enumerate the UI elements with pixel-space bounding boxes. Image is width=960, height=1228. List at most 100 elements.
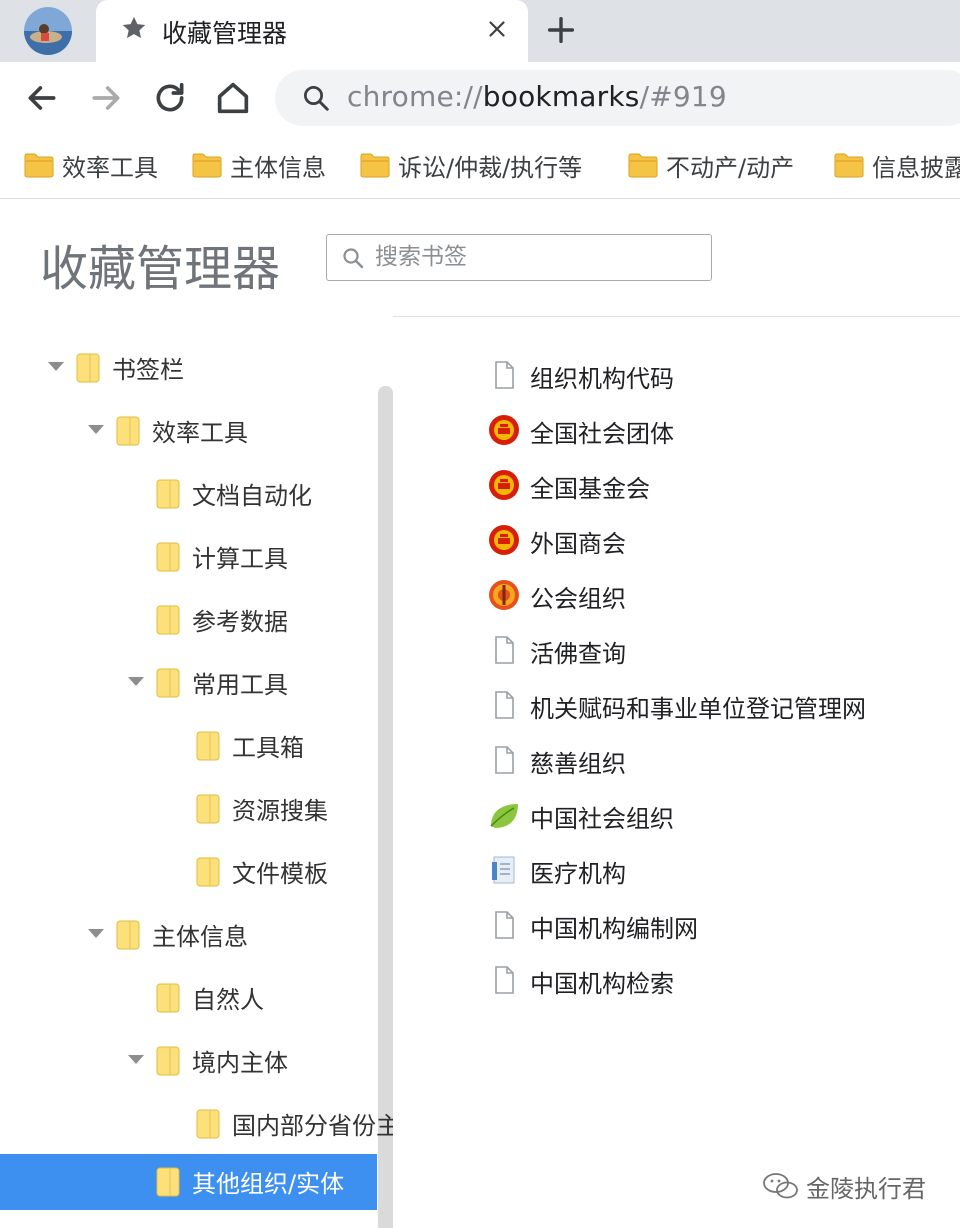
bookmark-item[interactable]: 组织机构代码 bbox=[480, 350, 930, 400]
folder-icon bbox=[156, 1046, 180, 1076]
tree-item-calc-tools[interactable]: 计算工具 bbox=[0, 529, 377, 585]
sidebar-scrollbar[interactable] bbox=[378, 386, 393, 1228]
tree-item-label: 文件模板 bbox=[232, 860, 328, 888]
folder-icon bbox=[156, 542, 180, 572]
tree-item-toolbox[interactable]: 工具箱 bbox=[0, 718, 377, 774]
close-tab-icon[interactable] bbox=[484, 16, 510, 42]
bookmark-item[interactable]: 公会组织 bbox=[480, 570, 930, 620]
bookmark-folder-label: 主体信息 bbox=[230, 153, 326, 182]
tree-item-provincial-entities[interactable]: 国内部分省份主体 bbox=[0, 1096, 393, 1152]
folder-icon bbox=[196, 857, 220, 887]
tree-item-reference-data[interactable]: 参考数据 bbox=[0, 592, 377, 648]
bookmark-item[interactable]: 全国基金会 bbox=[480, 460, 930, 510]
folder-icon bbox=[116, 416, 140, 446]
bookmark-folder-label: 诉讼/仲裁/执行等 bbox=[398, 153, 583, 182]
bookmark-folder-label: 不动产/动产 bbox=[666, 153, 795, 182]
bookmark-label: 活佛查询 bbox=[530, 640, 626, 668]
bookmark-item[interactable]: 机关赋码和事业单位登记管理网 bbox=[480, 680, 930, 730]
folder-icon bbox=[24, 153, 54, 178]
expand-arrow-icon[interactable] bbox=[128, 1055, 144, 1064]
bookmark-item[interactable]: 医疗机构 bbox=[480, 845, 930, 895]
tree-item-label: 境内主体 bbox=[192, 1049, 288, 1077]
bookmark-folder[interactable]: 效率工具 bbox=[24, 148, 158, 182]
expand-arrow-icon[interactable] bbox=[128, 677, 144, 686]
bookmark-item[interactable]: 慈善组织 bbox=[480, 735, 930, 785]
tree-item-label: 文档自动化 bbox=[192, 482, 312, 510]
tree-item-label: 常用工具 bbox=[192, 671, 288, 699]
bookmark-item[interactable]: 外国商会 bbox=[480, 515, 930, 565]
page-icon bbox=[495, 636, 514, 664]
trade-union-icon bbox=[489, 580, 519, 610]
national-emblem-icon bbox=[489, 525, 519, 555]
search-icon bbox=[343, 248, 364, 269]
tree-item-doc-automation[interactable]: 文档自动化 bbox=[0, 466, 377, 522]
new-tab-icon[interactable] bbox=[544, 13, 578, 47]
reload-icon[interactable] bbox=[150, 78, 190, 118]
bookmark-item[interactable]: 全国社会团体 bbox=[480, 405, 930, 455]
bookmark-label: 中国机构编制网 bbox=[530, 915, 698, 943]
bookmark-item[interactable]: 中国社会组织 bbox=[480, 790, 930, 840]
bookmark-folder[interactable]: 主体信息 bbox=[192, 148, 326, 182]
bookmarks-bar: 效率工具 主体信息 诉讼/仲裁/执行等 不动产/动产 信息披露 bbox=[0, 132, 960, 199]
folder-icon bbox=[116, 920, 140, 950]
tree-item-label: 计算工具 bbox=[192, 545, 288, 573]
url-text: chrome://bookmarks/#919 bbox=[347, 80, 727, 113]
tree-item-resource-collection[interactable]: 资源搜集 bbox=[0, 781, 377, 837]
address-bar[interactable]: chrome://bookmarks/#919 bbox=[275, 70, 960, 126]
folder-icon bbox=[192, 153, 222, 178]
tree-item-label: 主体信息 bbox=[152, 923, 248, 951]
tree-item-common-tools[interactable]: 常用工具 bbox=[0, 655, 377, 711]
folder-icon bbox=[196, 1109, 220, 1139]
bookmark-folder[interactable]: 不动产/动产 bbox=[628, 148, 794, 182]
tree-item-label: 书签栏 bbox=[112, 356, 184, 384]
bookmark-folder[interactable]: 诉讼/仲裁/执行等 bbox=[360, 148, 582, 182]
tree-item-natural-person[interactable]: 自然人 bbox=[0, 970, 377, 1026]
bookmark-folder-label: 信息披露 bbox=[872, 153, 960, 182]
folder-icon bbox=[196, 794, 220, 824]
watermark-text: 金陵执行君 bbox=[806, 1174, 926, 1203]
bookmark-item[interactable]: 中国机构编制网 bbox=[480, 900, 930, 950]
tree-item-label: 参考数据 bbox=[192, 608, 288, 636]
bookmark-folder[interactable]: 信息披露 bbox=[834, 148, 960, 182]
watermark: 金陵执行君 bbox=[762, 1168, 926, 1204]
folder-icon bbox=[628, 153, 658, 178]
profile-avatar[interactable] bbox=[24, 7, 72, 55]
expand-arrow-icon[interactable] bbox=[88, 425, 104, 434]
bookmark-label: 慈善组织 bbox=[530, 750, 626, 778]
search-input[interactable] bbox=[375, 239, 695, 275]
tree-item-domestic-entity[interactable]: 境内主体 bbox=[0, 1033, 377, 1089]
bookmark-label: 机关赋码和事业单位登记管理网 bbox=[530, 695, 866, 723]
tree-item-other-orgs[interactable]: 其他组织/实体 bbox=[0, 1154, 377, 1210]
back-icon[interactable] bbox=[22, 78, 62, 118]
folder-icon bbox=[360, 153, 390, 178]
expand-arrow-icon[interactable] bbox=[48, 362, 64, 371]
tree-item-label: 效率工具 bbox=[152, 419, 248, 447]
forward-icon[interactable] bbox=[86, 78, 126, 118]
home-icon[interactable] bbox=[213, 78, 253, 118]
active-tab[interactable]: 收藏管理器 bbox=[96, 0, 528, 62]
bookmark-label: 全国基金会 bbox=[530, 475, 650, 503]
expand-arrow-icon[interactable] bbox=[88, 929, 104, 938]
folder-icon bbox=[156, 479, 180, 509]
tree-item-file-templates[interactable]: 文件模板 bbox=[0, 844, 377, 900]
url-host: bookmarks bbox=[482, 80, 640, 113]
tree-item-label: 国内部分省份主体 bbox=[232, 1112, 393, 1140]
tree-item-bookmarks-bar[interactable]: 书签栏 bbox=[0, 340, 377, 396]
bookmark-label: 组织机构代码 bbox=[530, 365, 674, 393]
bookmark-search-box[interactable] bbox=[326, 234, 712, 281]
bookmark-label: 中国社会组织 bbox=[530, 805, 674, 833]
page-icon bbox=[495, 691, 514, 719]
bookmark-item[interactable]: 中国机构检索 bbox=[480, 955, 930, 1005]
tree-item-label: 工具箱 bbox=[232, 734, 304, 762]
search-icon bbox=[304, 86, 329, 111]
tree-item-efficiency-tools[interactable]: 效率工具 bbox=[0, 403, 377, 459]
page-icon bbox=[495, 361, 514, 389]
bookmark-item[interactable]: 活佛查询 bbox=[480, 625, 930, 675]
tree-item-label: 其他组织/实体 bbox=[192, 1170, 345, 1198]
folder-icon bbox=[834, 153, 864, 178]
national-emblem-icon bbox=[489, 470, 519, 500]
tree-item-entity-info[interactable]: 主体信息 bbox=[0, 907, 377, 963]
wechat-icon bbox=[763, 1173, 798, 1199]
bookmark-label: 全国社会团体 bbox=[530, 420, 674, 448]
page-icon bbox=[495, 746, 514, 774]
